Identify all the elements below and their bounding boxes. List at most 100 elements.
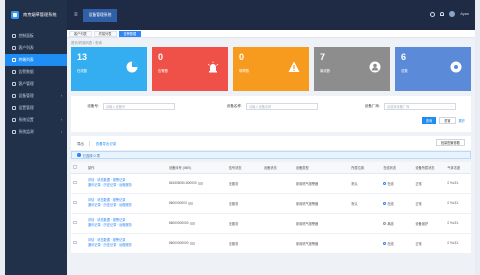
stat-card-online[interactable]: 13 在线数 xyxy=(71,47,147,91)
table-row: 详情 · 状态数据 · 报警记录 通讯记录 · 历史记录 · 远程服务 861508… xyxy=(71,173,471,194)
tab-customer-list[interactable]: 客户列表 xyxy=(69,30,92,37)
imei-cell: 8600000003 xyxy=(166,193,227,214)
table-row: 详情 · 状态数据 · 报警记录 通讯记录 · 历史记录 · 远程服务 860000… xyxy=(71,193,471,214)
query-button[interactable]: 查询 xyxy=(421,117,437,124)
sidebar-item[interactable]: 告警数据 xyxy=(5,66,67,78)
tab-terminal-list[interactable]: 终端列表 xyxy=(93,30,117,37)
sidebar-item-label: 告警数据 xyxy=(18,69,34,74)
chevron-right-icon: › xyxy=(60,130,62,134)
top-right-tools: Ayan xyxy=(430,11,469,17)
header-checkbox[interactable] xyxy=(71,162,86,174)
redacted-mark xyxy=(187,201,193,205)
filter-panel: 设备号: 请输入设备号 设备名称: 请输入设备名称 设备厂商: 请选择设备厂商 … xyxy=(71,96,471,132)
action-line[interactable]: 通讯记录 · 历史记录 · 远程服务 xyxy=(88,203,167,208)
action-line[interactable]: 通讯记录 · 历史记录 · 远程服务 xyxy=(88,223,167,228)
status-cell xyxy=(261,213,294,234)
reset-button[interactable]: 重置 xyxy=(439,117,456,124)
table-body: 详情 · 状态数据 · 报警记录 通讯记录 · 历史记录 · 远程服务 861508… xyxy=(71,173,471,254)
user-icon xyxy=(369,61,381,73)
column-header: 气体浓度 xyxy=(445,162,471,174)
online-value: 在线 xyxy=(387,241,394,246)
online-cell: 在线 xyxy=(381,193,414,214)
vendor-select[interactable]: 请选择设备厂商 ⌄ xyxy=(384,102,456,110)
sidebar-item[interactable]: 客户管理 xyxy=(5,78,67,90)
column-header: 设备所属状态 xyxy=(413,162,446,174)
app-frame: 南京烟草管理系统 控制面板 客户列表 终端列表 告警数据 客户管理 设备管理 › 设置管理 系统… xyxy=(0,0,480,275)
breadcrumb: 首页/终端列表 / 查询 xyxy=(71,41,102,45)
batch-config-button[interactable]: 批量配置参数 xyxy=(435,139,465,146)
owner-status-cell: 正常 xyxy=(413,233,446,254)
menu-icon[interactable]: ≡ xyxy=(74,12,78,18)
imei-value: 86000000000 xyxy=(168,221,189,225)
sidebar-item[interactable]: 终端列表 xyxy=(5,54,67,66)
table-toolbar: 导出 查看导出记录 批量配置参数 xyxy=(71,136,471,150)
device-name-input[interactable]: 请输入设备名称 xyxy=(246,102,318,110)
sidebar-item[interactable]: 设备管理 › xyxy=(5,90,67,102)
status-dot-icon xyxy=(383,201,387,205)
stat-card-fault[interactable]: 0 故障数 xyxy=(233,47,309,91)
row-checkbox-cell xyxy=(71,173,86,194)
bell-icon[interactable] xyxy=(440,12,445,16)
filter-row: 设备号: 请输入设备号 设备名称: 请输入设备名称 设备厂商: 请选择设备厂商 … xyxy=(77,101,465,111)
user-name[interactable]: Ayan xyxy=(460,12,469,16)
alarm-icon xyxy=(207,61,219,73)
nav-icon xyxy=(12,118,16,122)
action-line[interactable]: 通讯记录 · 历史记录 · 远程服务 xyxy=(88,183,167,188)
sidebar-item[interactable]: 系统设置 › xyxy=(5,114,67,126)
sidebar-item-label: 终端列表 xyxy=(18,57,34,62)
sidebar-item[interactable]: 系统监测 › xyxy=(5,126,67,138)
row-actions: 详情 · 状态数据 · 报警记录 通讯记录 · 历史记录 · 远程服务 xyxy=(85,193,167,214)
nav-icon xyxy=(12,82,16,86)
stat-cards: 13 在线数 0 告警数 0 故障数 7 离线数 6 总数 xyxy=(71,47,471,91)
device-no-label: 设备号: xyxy=(87,103,99,108)
status-dot-icon xyxy=(383,241,387,245)
row-checkbox[interactable] xyxy=(73,240,77,245)
row-checkbox-cell xyxy=(71,213,86,234)
type-cell: 家用燃气报警器 xyxy=(293,213,350,234)
row-checkbox[interactable] xyxy=(73,180,77,185)
type-cell: 家用燃气报警器 xyxy=(293,233,350,254)
status-cell xyxy=(261,173,294,194)
row-checkbox[interactable] xyxy=(73,200,77,205)
sidebar-nav: 控制面板客户列表终端列表告警数据客户管理 设备管理 › 设置管理 系统设置 › 系统监测 › xyxy=(5,30,67,138)
nav-icon xyxy=(12,94,16,98)
expand-link[interactable]: 展开 xyxy=(459,118,465,123)
sidebar: 南京烟草管理系统 控制面板 客户列表 终端列表 告警数据 客户管理 设备管理 › 设置管理 系统… xyxy=(5,0,67,275)
nav-icon xyxy=(12,106,16,110)
location-icon xyxy=(450,61,462,73)
sidebar-item[interactable]: 控制面板 xyxy=(5,30,67,42)
action-line[interactable]: 通讯记录 · 历史记录 · 远程服务 xyxy=(88,243,167,248)
right-border xyxy=(475,0,480,275)
imei-cell: 86000000000 xyxy=(166,233,227,254)
sidebar-item[interactable]: 设置管理 xyxy=(5,102,67,114)
settings-icon[interactable] xyxy=(430,11,436,17)
sidebar-item[interactable]: 客户列表 xyxy=(5,42,67,54)
breadcrumb-tabs: 客户列表 终端列表 告警数据 xyxy=(67,30,475,38)
pie-icon xyxy=(126,61,138,73)
avatar[interactable] xyxy=(449,11,456,17)
column-header: 操作 xyxy=(85,162,167,174)
vendor-placeholder: 请选择设备厂商 xyxy=(387,104,410,109)
column-header: 设备类型 xyxy=(293,162,350,174)
stat-card-alarm[interactable]: 0 告警数 xyxy=(152,47,228,91)
gas-cell: 0 %LEL xyxy=(445,173,471,194)
export-button[interactable]: 导出 xyxy=(77,140,90,146)
online-value: 离线 xyxy=(387,221,394,226)
select-all-checkbox[interactable] xyxy=(73,165,77,169)
status-cell xyxy=(261,233,294,254)
logo[interactable]: 南京烟草管理系统 xyxy=(5,0,67,30)
stat-card-total[interactable]: 6 总数 xyxy=(395,47,471,91)
export-records-link[interactable]: 查看导出记录 xyxy=(96,141,116,146)
sidebar-item-label: 控制面板 xyxy=(18,33,34,38)
column-header: 在线状态 xyxy=(381,162,414,174)
nav-icon xyxy=(12,46,16,50)
main-content: 首页/终端列表 / 查询 13 在线数 0 告警数 0 故障数 7 离线数 6 … xyxy=(67,38,475,275)
status-cell xyxy=(261,193,294,214)
stat-card-offline[interactable]: 7 离线数 xyxy=(314,47,390,91)
device-name-label: 设备名称: xyxy=(226,103,242,108)
row-checkbox[interactable] xyxy=(73,220,77,225)
selection-bar: 已选择 0 项 xyxy=(71,151,471,159)
tab-alarm-data[interactable]: 告警数据 xyxy=(118,30,142,37)
device-no-input[interactable]: 请输入设备号 xyxy=(103,102,175,110)
top-tab[interactable]: 设备管理系统 xyxy=(83,9,117,22)
